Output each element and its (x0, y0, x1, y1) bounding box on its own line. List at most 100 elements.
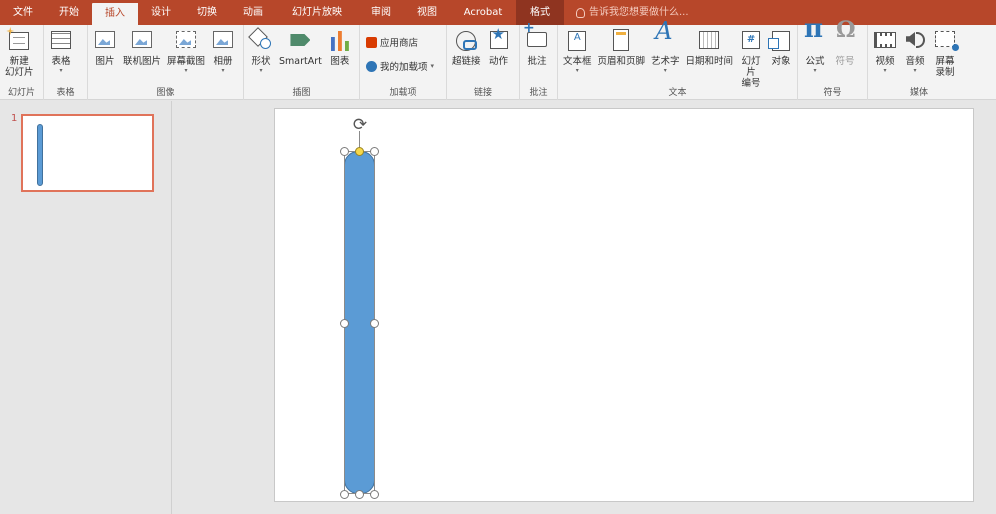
store-button[interactable]: 应用商店 (366, 32, 434, 52)
comment-label: 批注 (527, 56, 547, 67)
tab-acrobat[interactable]: Acrobat (450, 0, 516, 25)
slide-thumbnail-pane: 1 (0, 101, 172, 514)
resize-handle-right[interactable] (370, 319, 379, 328)
slide-number: 1 (11, 113, 18, 124)
group-links: 超链接 动作 链接 (447, 25, 520, 100)
hyperlink-label: 超链接 (452, 56, 481, 67)
thumbnail-shape (37, 124, 43, 186)
tab-review[interactable]: 审阅 (358, 0, 404, 25)
chevron-down-icon: ▾ (221, 67, 225, 74)
online-picture-icon (130, 28, 154, 54)
tab-slideshow[interactable]: 幻灯片放映 (276, 0, 358, 25)
album-label: 相册 (213, 56, 233, 67)
table-icon (49, 28, 73, 54)
chevron-down-icon: ▾ (813, 67, 817, 74)
chart-icon (328, 28, 352, 54)
picture-label: 图片 (95, 56, 115, 67)
group-label-illustrations: 插图 (292, 88, 311, 98)
tab-animations[interactable]: 动画 (230, 0, 276, 25)
group-slides: 新建 幻灯片 幻灯片 (0, 25, 44, 100)
speaker-icon (903, 28, 927, 54)
equation-label: 公式 (805, 56, 825, 67)
object-icon (768, 28, 793, 54)
album-icon (211, 28, 235, 54)
object-label: 对象 (771, 56, 791, 67)
tell-me-text: 告诉我您想要做什么... (589, 7, 689, 18)
tab-insert[interactable]: 插入 (92, 3, 138, 25)
group-tables: 表格 ▾ 表格 (44, 25, 88, 100)
picture-icon (93, 28, 117, 54)
video-label: 视频 (875, 56, 895, 67)
tab-view[interactable]: 视图 (404, 0, 450, 25)
ribbon: 新建 幻灯片 幻灯片 表格 ▾ 表格 图片 联机图片 屏幕截图 ▾ 相册 ▾ 图… (0, 14, 996, 100)
textbox-icon: A (565, 28, 589, 54)
group-label-tables: 表格 (56, 88, 75, 98)
action-icon (487, 28, 511, 54)
rotate-handle-icon[interactable]: ⟳ (350, 115, 370, 135)
screen-recording-label: 屏幕 录制 (935, 56, 955, 78)
header-footer-label: 页眉和页脚 (597, 56, 646, 67)
chevron-down-icon: ▾ (575, 67, 579, 74)
group-label-text: 文本 (668, 88, 687, 98)
resize-handle-bottom-right[interactable] (370, 490, 379, 499)
group-label-comments: 批注 (529, 88, 548, 98)
slide-thumbnail[interactable] (21, 114, 154, 192)
shapes-icon (248, 27, 273, 54)
chevron-down-icon: ▾ (59, 67, 63, 74)
slide-number-icon: # (739, 28, 763, 54)
chevron-down-icon: ▾ (430, 62, 435, 70)
tab-design[interactable]: 设计 (138, 0, 184, 25)
chevron-down-icon: ▾ (184, 67, 188, 74)
action-label: 动作 (489, 56, 509, 67)
group-label-symbols: 符号 (823, 88, 842, 98)
resize-handle-left[interactable] (340, 319, 349, 328)
wordart-icon: A (655, 17, 673, 45)
chevron-down-icon: ▾ (883, 67, 887, 74)
online-picture-label: 联机图片 (123, 56, 162, 67)
group-images: 图片 联机图片 屏幕截图 ▾ 相册 ▾ 图像 (88, 25, 244, 100)
video-icon (873, 28, 897, 54)
screen-recording-icon (933, 28, 959, 54)
slide-canvas[interactable] (274, 108, 974, 502)
shapes-label: 形状 (251, 56, 271, 67)
adjust-handle[interactable] (355, 147, 364, 156)
screenshot-label: 屏幕截图 (167, 56, 206, 67)
symbol-label: 符号 (835, 56, 855, 67)
group-label-links: 链接 (473, 88, 492, 98)
smartart-label: SmartArt (279, 56, 322, 67)
tab-file[interactable]: 文件 (0, 0, 46, 25)
group-symbols: π 公式 ▾ Ω 符号 符号 (798, 14, 868, 100)
group-media: 视频 ▾ 音频 ▾ 屏幕 录制 媒体 (868, 25, 970, 100)
new-slide-icon (7, 28, 31, 54)
wordart-label: 艺术字 (651, 56, 680, 67)
resize-handle-top-right[interactable] (370, 147, 379, 156)
table-label: 表格 (51, 56, 71, 67)
tab-transitions[interactable]: 切换 (184, 0, 230, 25)
tab-home[interactable]: 开始 (46, 0, 92, 25)
chevron-down-icon: ▾ (259, 67, 263, 74)
chart-label: 图表 (330, 56, 350, 67)
lightbulb-icon (576, 7, 585, 18)
group-label-addins: 加载项 (389, 88, 417, 98)
group-label-media: 媒体 (909, 88, 928, 98)
group-label-slides: 幻灯片 (7, 88, 35, 98)
new-slide-label: 新建 幻灯片 (5, 56, 34, 78)
group-comments: 批注 批注 (520, 23, 558, 100)
store-label: 应用商店 (380, 38, 419, 49)
store-icon (366, 36, 377, 48)
smartart-icon (288, 28, 312, 54)
datetime-label: 日期和时间 (685, 56, 734, 67)
my-addins-button[interactable]: 我的加载项 ▾ (366, 56, 434, 76)
group-text: A 文本框 ▾ 页眉和页脚 A 艺术字 ▾ 日期和时间 # 幻灯片 编号 对象 … (558, 17, 798, 100)
header-footer-icon (609, 28, 633, 54)
resize-handle-bottom-left[interactable] (340, 490, 349, 499)
resize-handle-top-left[interactable] (340, 147, 349, 156)
omega-icon: Ω (836, 17, 856, 43)
calendar-icon (697, 28, 721, 54)
comment-icon (523, 23, 549, 54)
chevron-down-icon: ▾ (663, 67, 667, 74)
resize-handle-bottom[interactable] (355, 490, 364, 499)
my-addins-label: 我的加载项 (380, 62, 428, 73)
textbox-label: 文本框 (563, 56, 592, 67)
pi-icon: π (804, 14, 824, 44)
